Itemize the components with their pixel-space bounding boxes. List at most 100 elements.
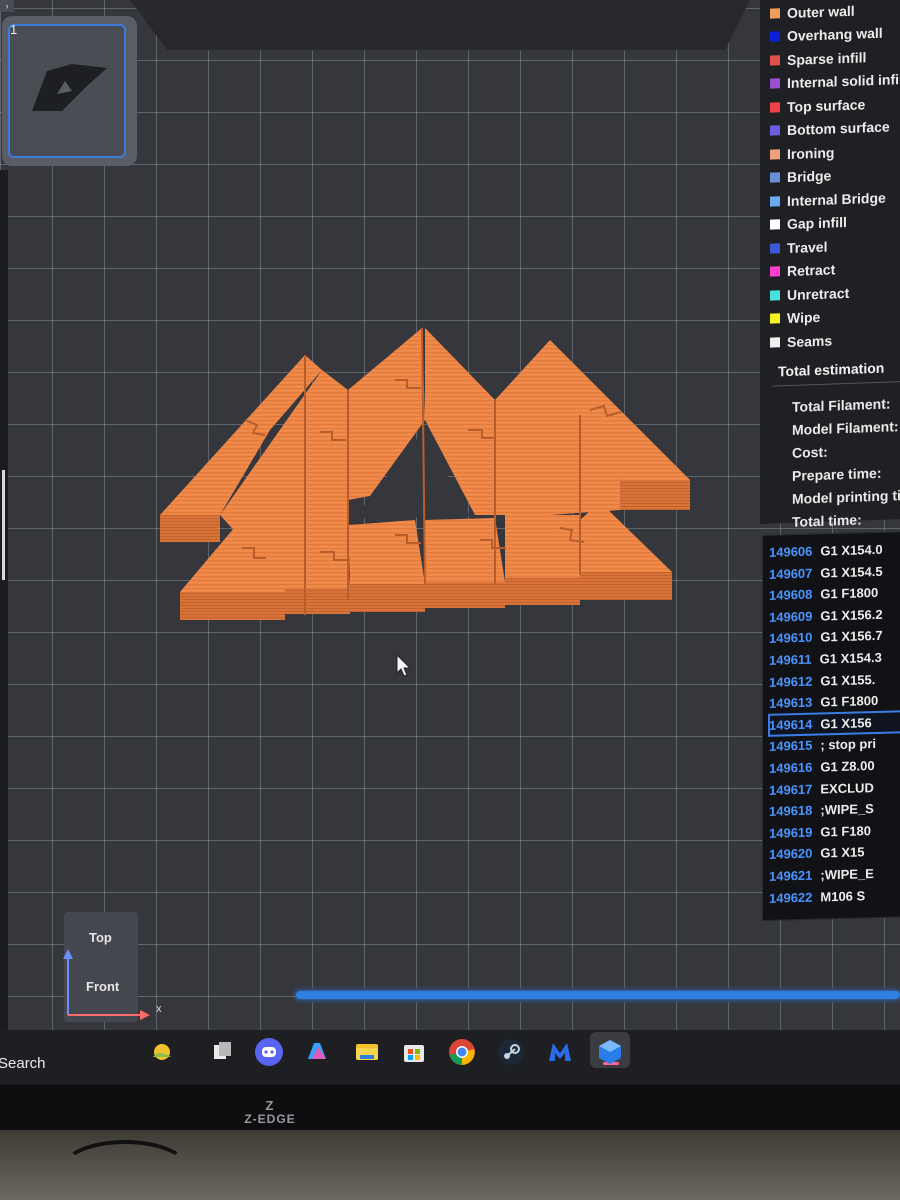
legend-label: Unretract: [787, 284, 850, 303]
estimation-row: Total time:: [792, 511, 862, 530]
estimation-list: Total Filament: Model Filament: Cost: Prepa…: [782, 384, 900, 535]
screen: 1 › Top Front x Outer wall Overhang wall…: [0, 0, 900, 1085]
brand-logo-icon: Z: [265, 1098, 275, 1113]
legend-label: Seams: [787, 332, 833, 350]
plate-preview-icon: [32, 64, 107, 111]
legend-swatch: [770, 31, 780, 42]
legend-swatch: [770, 172, 780, 183]
sliced-model[interactable]: [150, 320, 710, 630]
legend-swatch: [770, 313, 780, 324]
corner-expand-icon[interactable]: ›: [0, 0, 14, 12]
gcode-line-number: 149613: [769, 694, 813, 711]
monitor-bezel: [0, 1085, 900, 1130]
legend-label: Top surface: [787, 96, 866, 115]
plate-number: 1: [10, 22, 18, 37]
legend-swatch: [770, 102, 780, 113]
gcode-line-number: 149614: [769, 716, 813, 733]
taskbar-search[interactable]: Search: [0, 1055, 46, 1072]
legend-label: Internal Bridge: [787, 189, 886, 209]
top-toolbar: [130, 0, 750, 50]
legend-swatch: [770, 337, 780, 348]
gcode-line-text: ;WIPE_S: [820, 801, 874, 818]
gcode-line-text: G1 F1800: [820, 693, 879, 710]
left-edge: [0, 170, 8, 1030]
gcode-lines: 149606 G1 X154.0 149607 G1 X154.5 149608 G1 F…: [763, 532, 900, 909]
steam-icon[interactable]: [494, 1035, 528, 1069]
gcode-line-number: 149607: [769, 565, 813, 582]
legend-swatch: [770, 55, 780, 66]
legend-swatch: [770, 78, 780, 89]
gcode-line-number: 149616: [769, 759, 813, 776]
gcode-line-text: G1 X156.2: [820, 606, 883, 624]
legend-label: Travel: [787, 238, 828, 256]
estimation-row: Model Filament:: [792, 418, 899, 438]
mouse-cursor-icon: [396, 654, 412, 677]
gcode-line-text: G1 X154.5: [820, 563, 883, 581]
axis-indicator-icon: [63, 949, 150, 1020]
legend-swatch: [770, 266, 780, 277]
view-top-label[interactable]: Top: [89, 930, 112, 945]
gcode-line-text: G1 X156.7: [820, 628, 883, 645]
legend-label: Gap infill: [787, 214, 847, 233]
gcode-line-text: G1 X15: [820, 844, 865, 861]
gcode-line[interactable]: 149622 M106 S: [769, 884, 900, 909]
legend-label: Overhang wall: [787, 24, 883, 45]
legend-label: Bridge: [787, 167, 832, 186]
gcode-line[interactable]: 149611 G1 X154.3: [769, 646, 900, 671]
legend-label: Sparse infill: [787, 49, 867, 68]
legend-swatch: [770, 219, 780, 230]
ms-store-icon[interactable]: [397, 1035, 431, 1069]
gcode-line-number: 149621: [769, 867, 813, 884]
legend-swatch: [770, 8, 780, 19]
weather-icon[interactable]: [145, 1035, 179, 1069]
legend-label: Bottom surface: [787, 118, 890, 139]
gcode-line-text: G1 X156: [820, 714, 872, 732]
file-explorer-icon[interactable]: [350, 1035, 384, 1069]
gcode-line-number: 149609: [769, 608, 813, 625]
gcode-line-number: 149608: [769, 586, 813, 604]
gcode-line-text: EXCLUD: [820, 779, 874, 797]
copilot-icon[interactable]: [300, 1035, 334, 1069]
brand-label: Z-EDGE: [244, 1112, 296, 1126]
legend-swatch: [770, 149, 780, 160]
legend-label: Outer wall: [787, 2, 855, 21]
gcode-line-text: G1 X154.0: [820, 541, 883, 559]
gcode-line-number: 149619: [769, 824, 813, 841]
estimation-row: Model printing tim: [792, 486, 900, 507]
monitor-brand: Z Z-EDGE: [240, 1098, 300, 1126]
legend-swatch: [770, 125, 780, 136]
gcode-line[interactable]: 149606 G1 X154.0: [769, 538, 900, 563]
legend-label: Internal solid infill: [787, 71, 900, 92]
gcode-line-number: 149622: [769, 889, 813, 906]
chrome-icon[interactable]: [445, 1035, 479, 1069]
task-view-icon[interactable]: [205, 1035, 239, 1069]
gcode-line-text: G1 X155.: [820, 671, 876, 689]
gcode-line-number: 149612: [769, 673, 813, 690]
bambu-studio-icon[interactable]: [593, 1035, 627, 1069]
gcode-line-number: 149618: [769, 802, 813, 819]
layer-slider[interactable]: [296, 988, 900, 1002]
gcode-line-number: 149617: [769, 781, 813, 798]
gcode-line-number: 149611: [769, 651, 812, 668]
legend-swatch: [770, 243, 780, 254]
x-axis-label: x: [156, 1003, 162, 1015]
legend-label: Ironing: [787, 144, 835, 162]
gcode-line-text: G1 F180: [820, 822, 871, 840]
gcode-viewer[interactable]: 149606 G1 X154.0 149607 G1 X154.5 149608 G1 F…: [762, 531, 900, 921]
legend-panel: Outer wall Overhang wall Sparse infill Inte…: [760, 0, 900, 530]
gcode-line-number: 149615: [769, 738, 813, 755]
gcode-line[interactable]: 149607 G1 X154.5: [769, 560, 900, 585]
malwarebytes-icon[interactable]: [543, 1035, 577, 1069]
gcode-line-text: M106 S: [820, 887, 866, 904]
gcode-line-text: ;WIPE_E: [820, 865, 874, 883]
legend-label: Wipe: [787, 309, 821, 327]
gcode-line-text: G1 X154.3: [819, 649, 882, 667]
plate-thumbnail[interactable]: 1: [2, 16, 137, 166]
gcode-line-number: 149620: [769, 845, 813, 863]
discord-icon[interactable]: [252, 1035, 286, 1069]
layer-slider-fill[interactable]: [296, 991, 900, 999]
gcode-line-text: G1 Z8.00: [820, 757, 875, 775]
legend-swatch: [770, 290, 780, 301]
gcode-line-text: ; stop pri: [820, 736, 876, 753]
cable: [60, 1140, 190, 1200]
